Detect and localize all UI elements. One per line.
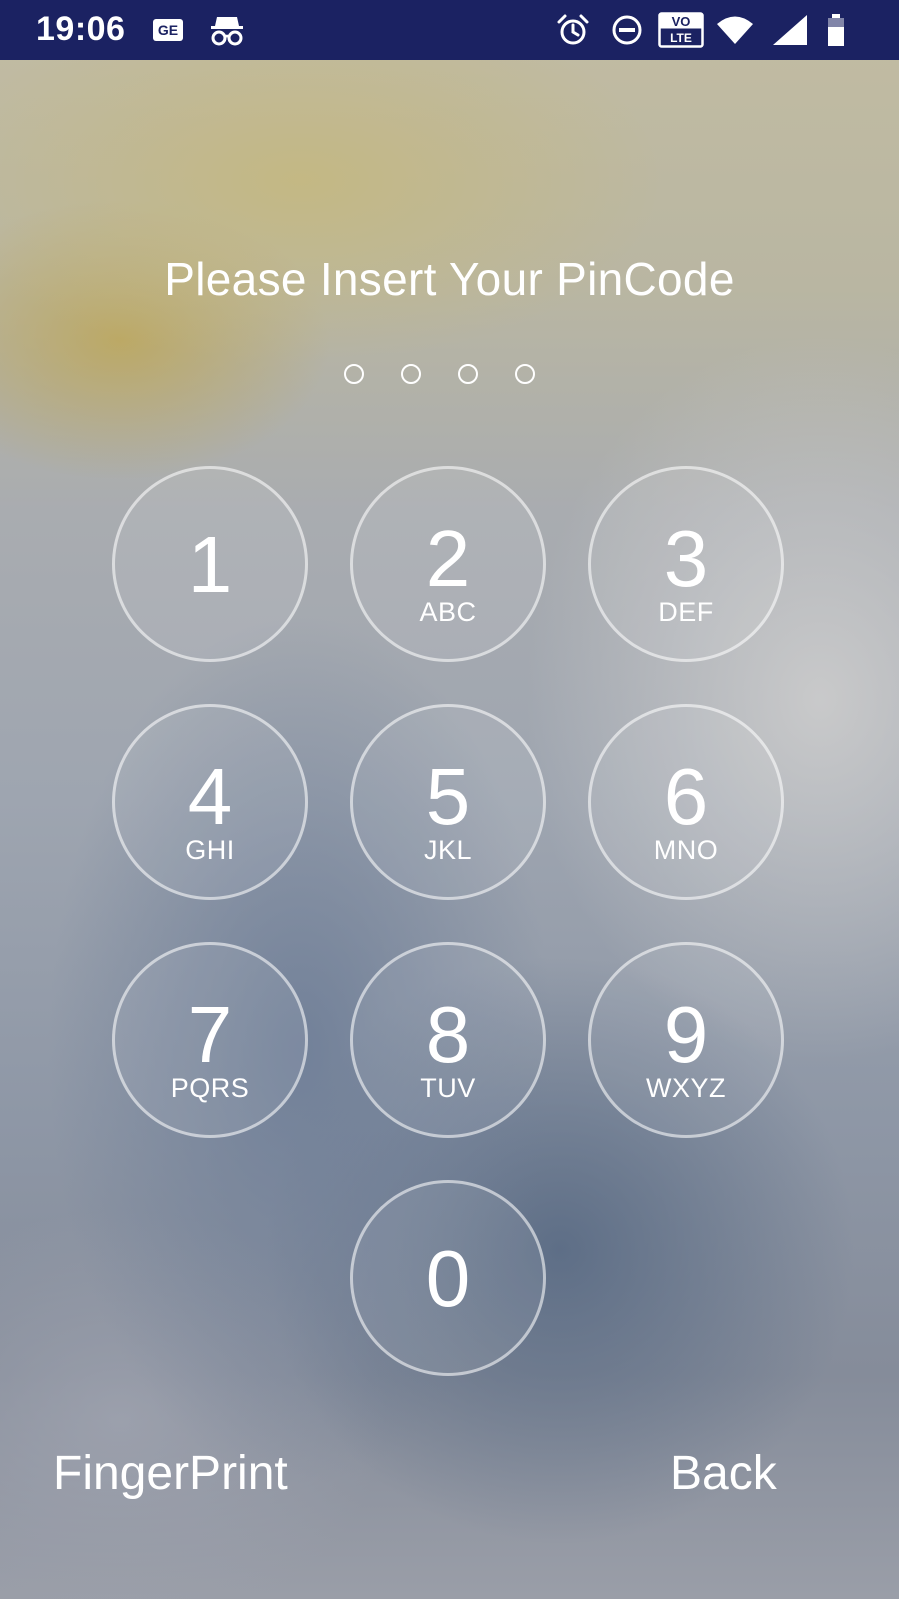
- pin-indicator: [0, 364, 899, 390]
- pin-dot: [401, 364, 421, 384]
- key-6-button[interactable]: 6 MNO: [588, 704, 784, 900]
- key-digit: 5: [425, 752, 471, 841]
- key-letters: PQRS: [170, 1073, 250, 1103]
- do-not-disturb-icon: [610, 12, 644, 48]
- fingerprint-button[interactable]: FingerPrint: [53, 1446, 288, 1501]
- key-3-button[interactable]: 3 DEF: [588, 466, 784, 662]
- key-letters: TUV: [420, 1073, 476, 1103]
- key-letters: MNO: [653, 835, 719, 865]
- key-digit: 2: [425, 514, 471, 603]
- key-digit: 0: [425, 1234, 471, 1323]
- key-letters: ABC: [419, 597, 477, 627]
- volte-icon: VO LTE: [658, 12, 704, 48]
- key-digit: 9: [663, 990, 709, 1079]
- key-letters: DEF: [658, 597, 714, 627]
- key-1-button[interactable]: 1: [112, 466, 308, 662]
- back-button[interactable]: Back: [670, 1446, 777, 1501]
- key-letters: GHI: [185, 835, 235, 865]
- incognito-icon: [208, 12, 246, 48]
- key-digit: 4: [187, 752, 233, 841]
- key-digit: 7: [187, 990, 233, 1079]
- status-bar: 19:06 GE VO LTE: [0, 0, 899, 60]
- key-letters: WXYZ: [646, 1073, 726, 1103]
- key-4-button[interactable]: 4 GHI: [112, 704, 308, 900]
- key-0-button[interactable]: 0: [350, 1180, 546, 1376]
- key-letters: JKL: [423, 835, 473, 865]
- wifi-icon: [716, 12, 754, 48]
- pin-prompt-title: Please Insert Your PinCode: [164, 253, 735, 305]
- key-2-button[interactable]: 2 ABC: [350, 466, 546, 662]
- svg-text:LTE: LTE: [670, 31, 692, 45]
- key-digit: 6: [663, 752, 709, 841]
- alarm-icon: [556, 12, 590, 48]
- svg-text:GE: GE: [158, 22, 178, 38]
- key-7-button[interactable]: 7 PQRS: [112, 942, 308, 1138]
- svg-text:VO: VO: [672, 14, 691, 29]
- pin-dot: [515, 364, 535, 384]
- key-digit: 1: [187, 520, 233, 609]
- notification-ge-icon: GE: [152, 12, 184, 48]
- key-digit: 3: [663, 514, 709, 603]
- key-9-button[interactable]: 9 WXYZ: [588, 942, 784, 1138]
- pin-dot: [458, 364, 478, 384]
- signal-icon: [772, 12, 808, 48]
- pin-dot: [344, 364, 364, 384]
- key-digit: 8: [425, 990, 471, 1079]
- key-5-button[interactable]: 5 JKL: [350, 704, 546, 900]
- status-time: 19:06: [36, 10, 126, 48]
- battery-icon: [826, 12, 846, 48]
- key-8-button[interactable]: 8 TUV: [350, 942, 546, 1138]
